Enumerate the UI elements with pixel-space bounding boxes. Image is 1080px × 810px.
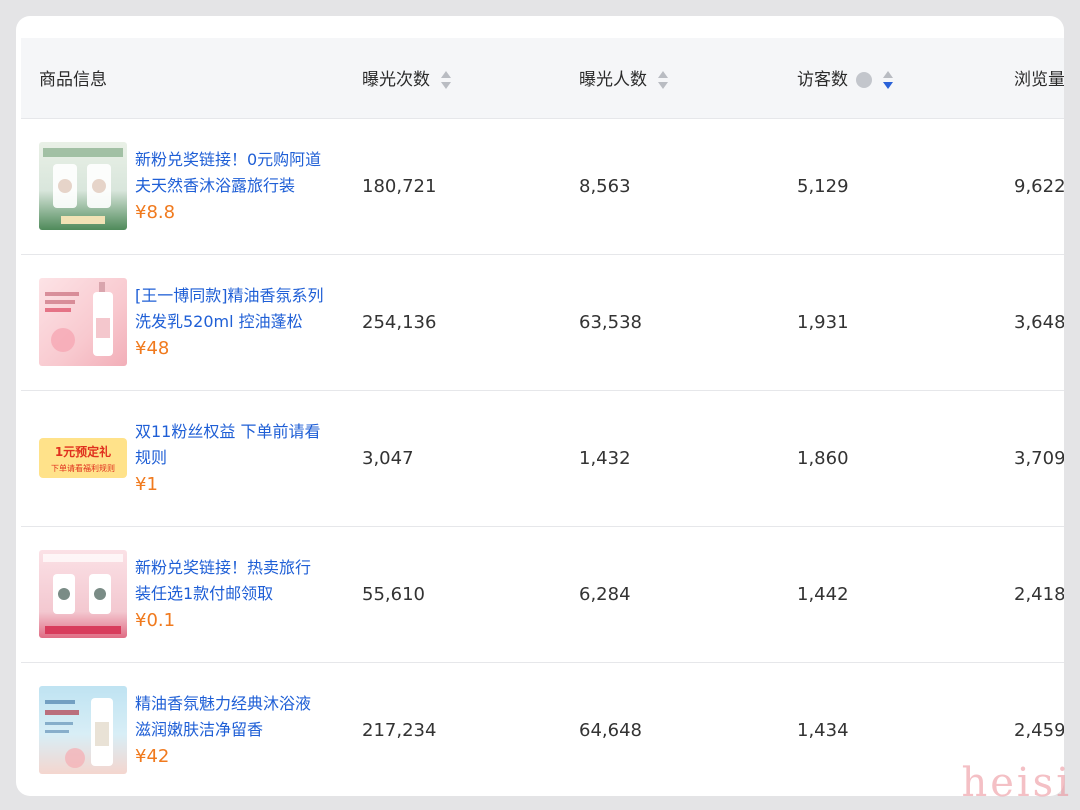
product-cell: 新粉兑奖链接！0元购阿道夫天然香沐浴露旅行装 ¥8.8 [21,118,361,254]
visitors-value: 1,860 [797,447,849,469]
product-price: ¥42 [135,745,170,767]
corner-watermark: heisi [961,760,1072,806]
visitors-value: 1,442 [797,583,849,605]
header-label: 浏览量 [1014,70,1064,91]
header-label: 访客数 [797,70,848,91]
header-label: 曝光人数 [579,70,647,91]
product-cell: 1元预定礼 下单请看福利规则 双11粉丝权益 下单前请看规则 ¥1 [21,390,361,526]
sort-icon-active[interactable] [882,70,894,90]
product-price: ¥8.8 [135,201,176,223]
product-table: 商品信息 曝光次数 曝光人数 访客数 浏览量 新粉兑奖链接！0元购阿道夫天然香沐… [21,38,1064,796]
product-image-icon [43,148,123,224]
views-value: 3,709 [1014,447,1064,469]
header-product-info: 商品信息 [21,38,361,118]
reach-value: 64,648 [579,719,642,741]
product-image-icon [45,282,113,356]
product-thumbnail[interactable] [39,278,127,366]
visitors-value: 1,931 [797,311,849,333]
impressions-value: 180,721 [362,175,437,197]
info-icon[interactable] [856,72,872,89]
table-header-row: 商品信息 曝光次数 曝光人数 访客数 浏览量 [21,38,1064,118]
table-row: 新粉兑奖链接！热卖旅行装任选1款付邮领取 ¥0.1 55,610 6,284 1… [21,526,1064,662]
visitors-value: 5,129 [797,175,849,197]
sort-icon[interactable] [657,70,669,90]
product-cell: [王一博同款]精油香氛系列洗发乳520ml 控油蓬松 ¥48 [21,254,361,390]
header-impressions[interactable]: 曝光次数 [361,38,578,118]
table-viewport[interactable]: 商品信息 曝光次数 曝光人数 访客数 浏览量 新粉兑奖链接！0元购阿道夫天然香沐… [21,38,1064,796]
product-price: ¥48 [135,337,170,359]
views-value: 9,622 [1014,175,1064,197]
impressions-value: 217,234 [362,719,437,741]
views-value: 2,418 [1014,583,1064,605]
table-row: 精油香氛魅力经典沐浴液 滋润嫩肤洁净留香 ¥42 217,234 64,648 … [21,662,1064,796]
reach-value: 6,284 [579,583,631,605]
product-image-icon [45,698,113,769]
product-thumbnail[interactable] [39,142,127,230]
product-cell: 精油香氛魅力经典沐浴液 滋润嫩肤洁净留香 ¥42 [21,662,361,796]
sort-icon[interactable] [440,70,452,90]
product-image-icon: 1元预定礼 下单请看福利规则 [39,438,127,478]
product-price: ¥0.1 [135,609,176,631]
views-value: 3,648 [1014,311,1064,333]
product-thumbnail[interactable]: 1元预定礼 下单请看福利规则 [39,414,127,502]
header-views[interactable]: 浏览量 [1013,38,1064,118]
product-thumbnail[interactable] [39,686,127,775]
header-label: 商品信息 [39,70,107,91]
product-title-link[interactable]: 新粉兑奖链接！0元购阿道夫天然香沐浴露旅行装 [135,147,325,199]
product-title-link[interactable]: 精油香氛魅力经典沐浴液 滋润嫩肤洁净留香 [135,691,325,743]
product-title-link[interactable]: 双11粉丝权益 下单前请看规则 [135,419,325,471]
reach-value: 1,432 [579,447,631,469]
impressions-value: 254,136 [362,311,437,333]
table-row: 1元预定礼 下单请看福利规则 双11粉丝权益 下单前请看规则 ¥1 3,047 … [21,390,1064,526]
thumb-text: 1元预定礼 [55,444,111,459]
thumb-text: 下单请看福利规则 [51,463,115,473]
header-visitors[interactable]: 访客数 [796,38,1013,118]
impressions-value: 55,610 [362,583,425,605]
product-price: ¥1 [135,473,158,495]
product-thumbnail[interactable] [39,550,127,638]
product-title-link[interactable]: [王一博同款]精油香氛系列洗发乳520ml 控油蓬松 [135,283,325,335]
table-row: [王一博同款]精油香氛系列洗发乳520ml 控油蓬松 ¥48 254,136 6… [21,254,1064,390]
product-cell: 新粉兑奖链接！热卖旅行装任选1款付邮领取 ¥0.1 [21,526,361,662]
header-reach[interactable]: 曝光人数 [578,38,796,118]
reach-value: 63,538 [579,311,642,333]
product-title-link[interactable]: 新粉兑奖链接！热卖旅行装任选1款付邮领取 [135,555,325,607]
header-label: 曝光次数 [362,70,430,91]
impressions-value: 3,047 [362,447,414,469]
content-card: 商品信息 曝光次数 曝光人数 访客数 浏览量 新粉兑奖链接！0元购阿道夫天然香沐… [16,16,1064,796]
reach-value: 8,563 [579,175,631,197]
table-row: 新粉兑奖链接！0元购阿道夫天然香沐浴露旅行装 ¥8.8 180,721 8,56… [21,118,1064,254]
product-image-icon [43,554,123,634]
